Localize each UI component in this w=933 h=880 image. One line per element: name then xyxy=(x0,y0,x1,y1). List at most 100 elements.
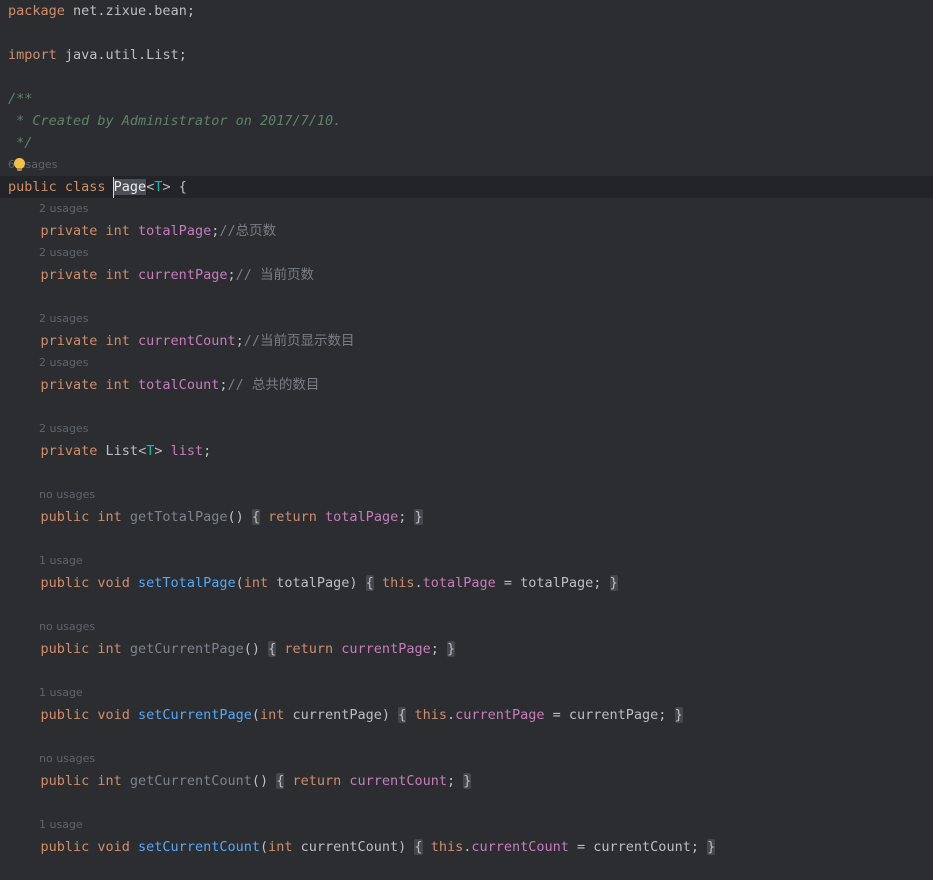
code-editor[interactable]: package net.zixue.bean; import java.util.… xyxy=(0,0,933,880)
blank-line[interactable] xyxy=(0,858,933,880)
token-hint: 1 usage xyxy=(39,818,83,831)
token-keyword: import xyxy=(8,47,65,63)
folded-brace[interactable]: } xyxy=(463,773,472,789)
code-line[interactable]: public int getTotalPage() { return total… xyxy=(0,506,933,528)
code-line[interactable]: import java.util.List; xyxy=(0,44,933,66)
usages-hint-line[interactable]: no usages xyxy=(0,616,933,638)
folded-brace[interactable]: { xyxy=(251,509,260,525)
token-hint: 2 usages xyxy=(39,422,89,435)
token-plain: net.zixue.bean; xyxy=(73,3,195,19)
token-keyword: public void xyxy=(8,839,139,855)
token-keyword: public int xyxy=(8,641,130,657)
blank-line[interactable] xyxy=(0,22,933,44)
code-line[interactable]: public void setTotalPage(int totalPage) … xyxy=(0,572,933,594)
code-line[interactable]: public int getCurrentPage() { return cur… xyxy=(0,638,933,660)
code-line[interactable]: private int currentCount;//当前页显示数目 xyxy=(0,330,933,352)
blank-line[interactable] xyxy=(0,286,933,308)
code-line[interactable]: public void setCurrentCount(int currentC… xyxy=(0,836,933,858)
caret-identifier-highlight: Page xyxy=(113,179,147,195)
usages-hint-line[interactable]: 2 usages xyxy=(0,242,933,264)
usages-hint-line[interactable]: no usages xyxy=(0,748,933,770)
token-plain: List xyxy=(105,443,139,459)
code-line[interactable]: */ xyxy=(0,132,933,154)
token-plain: () xyxy=(227,509,252,525)
token-plain: () xyxy=(243,641,269,657)
token-plain: ; xyxy=(235,333,244,349)
code-line[interactable]: public int getCurrentCount() { return cu… xyxy=(0,770,933,792)
token-field: totalPage xyxy=(422,575,496,591)
token-plain: = currentCount; xyxy=(568,839,708,855)
token-doc: */ xyxy=(8,135,33,151)
folded-brace[interactable]: } xyxy=(414,509,423,525)
usages-hint-line[interactable]: 6 usages xyxy=(0,154,933,176)
token-plain: > { xyxy=(162,179,187,195)
code-line[interactable]: private int currentPage;// 当前页数 xyxy=(0,264,933,286)
token-field: totalPage xyxy=(138,223,212,239)
blank-line[interactable] xyxy=(0,66,933,88)
blank-line[interactable] xyxy=(0,396,933,418)
token-field: currentCount xyxy=(138,333,236,349)
token-comment: // 当前页数 xyxy=(235,267,314,283)
token-keyword: private xyxy=(8,443,106,459)
blank-line[interactable] xyxy=(0,462,933,484)
token-keyword: return xyxy=(292,773,350,789)
folded-brace[interactable]: { xyxy=(414,839,423,855)
token-plain: ( xyxy=(251,707,260,723)
usages-hint-line[interactable]: 2 usages xyxy=(0,418,933,440)
token-keyword: public int xyxy=(8,773,130,789)
usages-hint-line[interactable]: 2 usages xyxy=(0,308,933,330)
code-line[interactable]: private List<T> list; xyxy=(0,440,933,462)
folded-brace[interactable]: } xyxy=(674,707,683,723)
code-line[interactable]: public void setCurrentPage(int currentPa… xyxy=(0,704,933,726)
token-method: setTotalPage xyxy=(138,575,236,591)
usages-hint-line[interactable]: 2 usages xyxy=(0,198,933,220)
token-plain: () xyxy=(251,773,277,789)
usages-hint-line[interactable]: 1 usage xyxy=(0,550,933,572)
token-keyword: private int xyxy=(8,267,139,283)
usages-hint-line[interactable]: 2 usages xyxy=(0,352,933,374)
token-plain: currentPage) xyxy=(284,707,399,723)
folded-brace[interactable]: } xyxy=(707,839,716,855)
folded-brace[interactable]: } xyxy=(609,575,618,591)
ide-window: { "editor": { "colors": { "bg": "#2b2d30… xyxy=(0,0,933,880)
token-comment: //总页数 xyxy=(219,223,277,239)
usages-hint-line[interactable]: 1 usage xyxy=(0,814,933,836)
blank-line[interactable] xyxy=(0,660,933,682)
token-hint: 1 usage xyxy=(39,686,83,699)
token-plain: ; xyxy=(227,267,236,283)
blank-line[interactable] xyxy=(0,726,933,748)
token-hint: no usages xyxy=(39,620,96,633)
token-keyword: public int xyxy=(8,509,130,525)
token-field: currentPage xyxy=(138,267,228,283)
blank-line[interactable] xyxy=(0,528,933,550)
token-method: setCurrentCount xyxy=(138,839,260,855)
folded-brace[interactable]: { xyxy=(365,575,374,591)
code-line[interactable]: public class Page<T> { xyxy=(0,176,933,198)
token-keyword: this xyxy=(430,839,464,855)
usages-hint-line[interactable]: no usages xyxy=(0,484,933,506)
token-keyword: int xyxy=(243,575,269,591)
token-plain: ; xyxy=(446,773,464,789)
token-field: currentCount xyxy=(349,773,447,789)
token-hint: no usages xyxy=(39,488,96,501)
blank-line[interactable] xyxy=(0,792,933,814)
code-line[interactable]: private int totalPage;//总页数 xyxy=(0,220,933,242)
token-plain: ; xyxy=(398,509,415,525)
token-hint: 2 usages xyxy=(39,356,89,369)
token-comment: // 总共的数目 xyxy=(227,377,320,393)
token-keyword: int xyxy=(259,707,285,723)
code-line[interactable]: private int totalCount;// 总共的数目 xyxy=(0,374,933,396)
token-keyword: package xyxy=(8,3,74,19)
intention-bulb-icon[interactable] xyxy=(14,158,25,172)
code-line[interactable]: package net.zixue.bean; xyxy=(0,0,933,22)
token-unused: getCurrentPage xyxy=(129,641,244,657)
blank-line[interactable] xyxy=(0,594,933,616)
token-comment: //当前页显示数目 xyxy=(243,333,355,349)
usages-hint-line[interactable]: 1 usage xyxy=(0,682,933,704)
folded-brace[interactable]: } xyxy=(446,641,456,657)
code-line[interactable]: /** xyxy=(0,88,933,110)
code-line[interactable]: * Created by Administrator on 2017/7/10. xyxy=(0,110,933,132)
token-keyword: private int xyxy=(8,223,139,239)
